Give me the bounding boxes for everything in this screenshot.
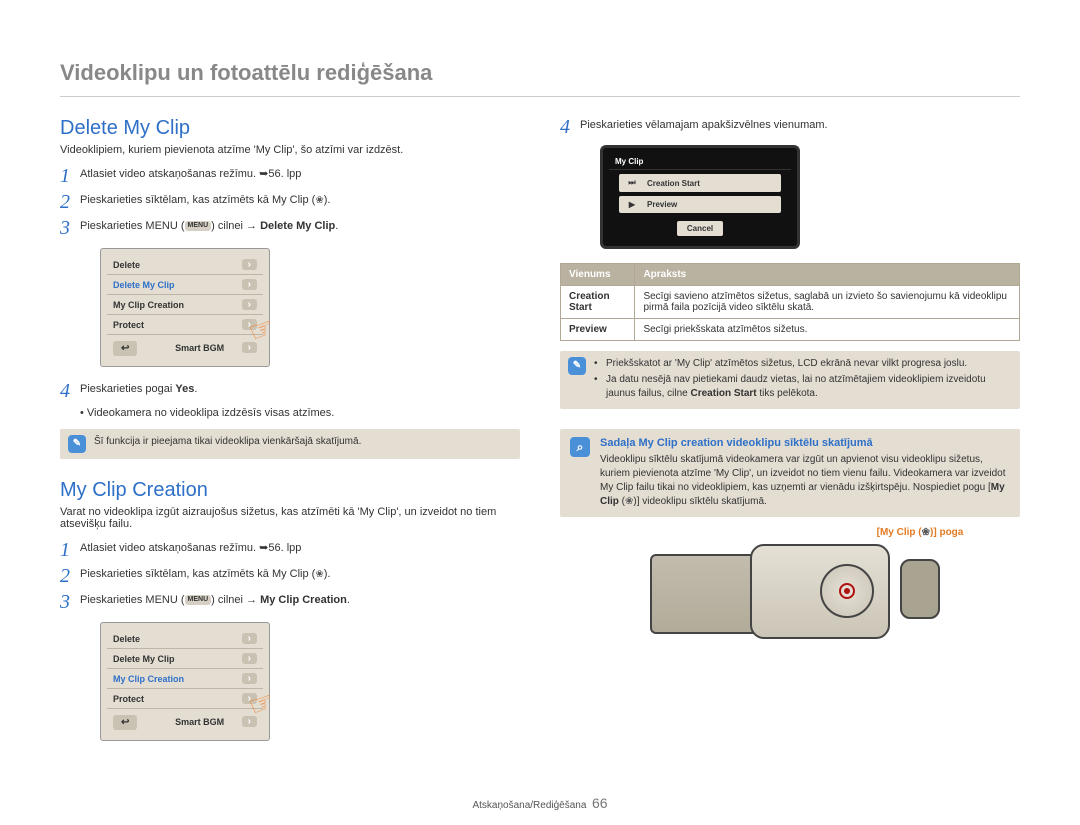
table-row: Creation Start Secīgi savieno atzīmētos … bbox=[561, 286, 1020, 319]
step-text: Pieskarieties sīktēlam, kas atzīmēts kā … bbox=[80, 566, 520, 582]
flower-icon bbox=[922, 527, 930, 538]
step-number: 4 bbox=[60, 381, 80, 401]
step-number: 2 bbox=[60, 566, 80, 586]
menu-item: My Clip Creation› bbox=[107, 294, 263, 314]
table-header: Apraksts bbox=[635, 264, 1020, 286]
thumbnail-callout: ⌕ Sadaļa My Clip creation videoklipu sīk… bbox=[560, 429, 1020, 517]
table-cell: Preview bbox=[561, 319, 635, 341]
table-header: Vienums bbox=[561, 264, 635, 286]
back-icon: ↩ bbox=[113, 341, 137, 356]
orange-annotation: [My Clip ()] poga bbox=[560, 527, 1020, 538]
chevron-right-icon: › bbox=[242, 259, 257, 270]
menu-item: Delete My Clip› bbox=[107, 648, 263, 668]
table-cell: Creation Start bbox=[561, 286, 635, 319]
record-button-icon bbox=[839, 583, 855, 599]
info-text: Šī funkcija ir pieejama tikai videoklipa… bbox=[94, 435, 361, 449]
device-cancel: Cancel bbox=[609, 217, 791, 240]
step-text: Pieskarieties vēlamajam apakšizvēlnes vi… bbox=[580, 117, 1020, 133]
table-cell: Secīgi savieno atzīmētos sižetus, saglab… bbox=[635, 286, 1020, 319]
tip-item: Priekšskatot ar 'My Clip' atzīmētos siže… bbox=[594, 357, 1012, 371]
chevron-right-icon: › bbox=[242, 633, 257, 644]
camcorder-lens bbox=[900, 559, 940, 619]
magnifier-icon: ⌕ bbox=[570, 437, 590, 457]
menu-item: My Clip Creation› bbox=[107, 668, 263, 688]
fast-forward-icon: ⏭ bbox=[625, 178, 639, 188]
menu-screenshot-delete: Delete› Delete My Clip› My Clip Creation… bbox=[100, 248, 270, 367]
info-icon: ✎ bbox=[568, 357, 586, 375]
callout-title: Sadaļa My Clip creation videoklipu sīktē… bbox=[600, 437, 1010, 449]
step-number: 3 bbox=[60, 218, 80, 238]
device-header: My Clip bbox=[609, 154, 791, 170]
divider bbox=[60, 96, 1020, 97]
menu-item: Delete› bbox=[107, 629, 263, 648]
info-box: ✎ Šī funkcija ir pieejama tikai videokli… bbox=[60, 429, 520, 459]
flower-icon bbox=[315, 568, 323, 580]
menu-item: Protect› bbox=[107, 688, 263, 708]
page-footer: Atskaņošana/Rediģēšana 66 bbox=[0, 795, 1080, 811]
device-row: ⏭ Creation Start bbox=[619, 174, 781, 192]
chevron-right-icon: › bbox=[242, 653, 257, 664]
chevron-right-icon: › bbox=[242, 299, 257, 310]
table-cell: Secīgi priekšskata atzīmētos sižetus. bbox=[635, 319, 1020, 341]
step-number: 4 bbox=[560, 117, 580, 137]
step-text: Atlasiet video atskaņošanas režīmu. ➥56.… bbox=[80, 166, 520, 182]
step-number: 2 bbox=[60, 192, 80, 212]
step-text: Pieskarieties pogai Yes. bbox=[80, 381, 520, 397]
sub-bullet: • Videokamera no videoklipa izdzēsīs vis… bbox=[60, 407, 520, 419]
back-icon: ↩ bbox=[113, 715, 137, 730]
creation-intro: Varat no videoklipa izgūt aizraujošus si… bbox=[60, 506, 520, 530]
table-row: Preview Secīgi priekšskata atzīmētos siž… bbox=[561, 319, 1020, 341]
heading-my-clip-creation: My Clip Creation bbox=[60, 479, 520, 502]
menu-item: ↩ Smart BGM› bbox=[107, 334, 263, 360]
step-number: 1 bbox=[60, 540, 80, 560]
step-text: Atlasiet video atskaņošanas režīmu. ➥56.… bbox=[80, 540, 520, 556]
left-column: Delete My Clip Videoklipiem, kuriem piev… bbox=[60, 117, 520, 755]
menu-screenshot-creation: Delete› Delete My Clip› My Clip Creation… bbox=[100, 622, 270, 741]
step-number: 1 bbox=[60, 166, 80, 186]
step-text: Pieskarieties MENU (MENU) cilnei → My Cl… bbox=[80, 592, 520, 608]
delete-intro: Videoklipiem, kuriem pievienota atzīme '… bbox=[60, 144, 520, 156]
control-wheel bbox=[820, 564, 874, 618]
menu-item: Delete› bbox=[107, 255, 263, 274]
chevron-right-icon: › bbox=[242, 673, 257, 684]
flower-icon bbox=[315, 194, 323, 206]
page-title: Videoklipu un fotoattēlu rediģēšana bbox=[60, 60, 1020, 86]
menu-chip-icon: MENU bbox=[185, 221, 212, 231]
tip-list: Priekšskatot ar 'My Clip' atzīmētos siže… bbox=[594, 357, 1012, 403]
camcorder-illustration bbox=[560, 544, 1020, 654]
step-number: 3 bbox=[60, 592, 80, 612]
tip-item: Ja datu nesējā nav pietiekami daudz viet… bbox=[594, 373, 1012, 401]
menu-item: Protect› bbox=[107, 314, 263, 334]
menu-chip-icon: MENU bbox=[185, 595, 212, 605]
menu-item: ↩ Smart BGM› bbox=[107, 708, 263, 734]
callout-body: Videoklipu sīktēlu skatījumā videokamera… bbox=[600, 453, 1010, 509]
description-table: Vienums Apraksts Creation Start Secīgi s… bbox=[560, 263, 1020, 341]
step-text: Pieskarieties MENU (MENU) cilnei → Delet… bbox=[80, 218, 520, 234]
menu-item: Delete My Clip› bbox=[107, 274, 263, 294]
chevron-right-icon: › bbox=[242, 279, 257, 290]
heading-delete-my-clip: Delete My Clip bbox=[60, 117, 520, 140]
play-icon: ▶ bbox=[625, 200, 639, 209]
device-submenu-screenshot: My Clip ⏭ Creation Start ▶ Preview Cance… bbox=[600, 145, 800, 249]
right-column: 4 Pieskarieties vēlamajam apakšizvēlnes … bbox=[560, 117, 1020, 755]
step-text: Pieskarieties sīktēlam, kas atzīmēts kā … bbox=[80, 192, 520, 208]
info-box: ✎ Priekšskatot ar 'My Clip' atzīmētos si… bbox=[560, 351, 1020, 409]
camcorder-body bbox=[750, 544, 890, 639]
info-icon: ✎ bbox=[68, 435, 86, 453]
device-row: ▶ Preview bbox=[619, 196, 781, 213]
